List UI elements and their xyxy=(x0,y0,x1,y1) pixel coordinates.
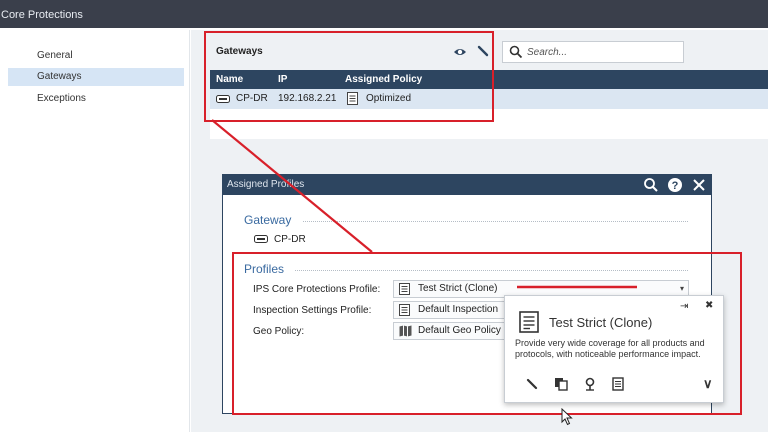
sidebar: General Gateways Exceptions xyxy=(0,30,190,432)
mouse-cursor-icon xyxy=(561,408,573,426)
annotation-highlight-gateways xyxy=(204,31,494,122)
svg-text:?: ? xyxy=(672,180,679,192)
window-titlebar: Core Protections xyxy=(0,0,768,28)
sidebar-item-exceptions[interactable]: Exceptions xyxy=(8,90,184,108)
search-box[interactable] xyxy=(502,41,684,63)
sidebar-item-gateways[interactable]: Gateways xyxy=(8,68,184,86)
search-icon[interactable] xyxy=(643,177,659,193)
window-title: Core Protections xyxy=(1,9,83,21)
close-icon[interactable] xyxy=(691,177,707,193)
search-input[interactable] xyxy=(527,44,677,60)
annotation-connector-line xyxy=(211,119,373,253)
sidebar-item-general[interactable]: General xyxy=(8,47,184,65)
annotation-highlight-profiles xyxy=(232,252,742,415)
help-icon[interactable]: ? xyxy=(667,177,683,193)
search-icon xyxy=(509,45,523,59)
annotation-underline xyxy=(517,285,637,289)
